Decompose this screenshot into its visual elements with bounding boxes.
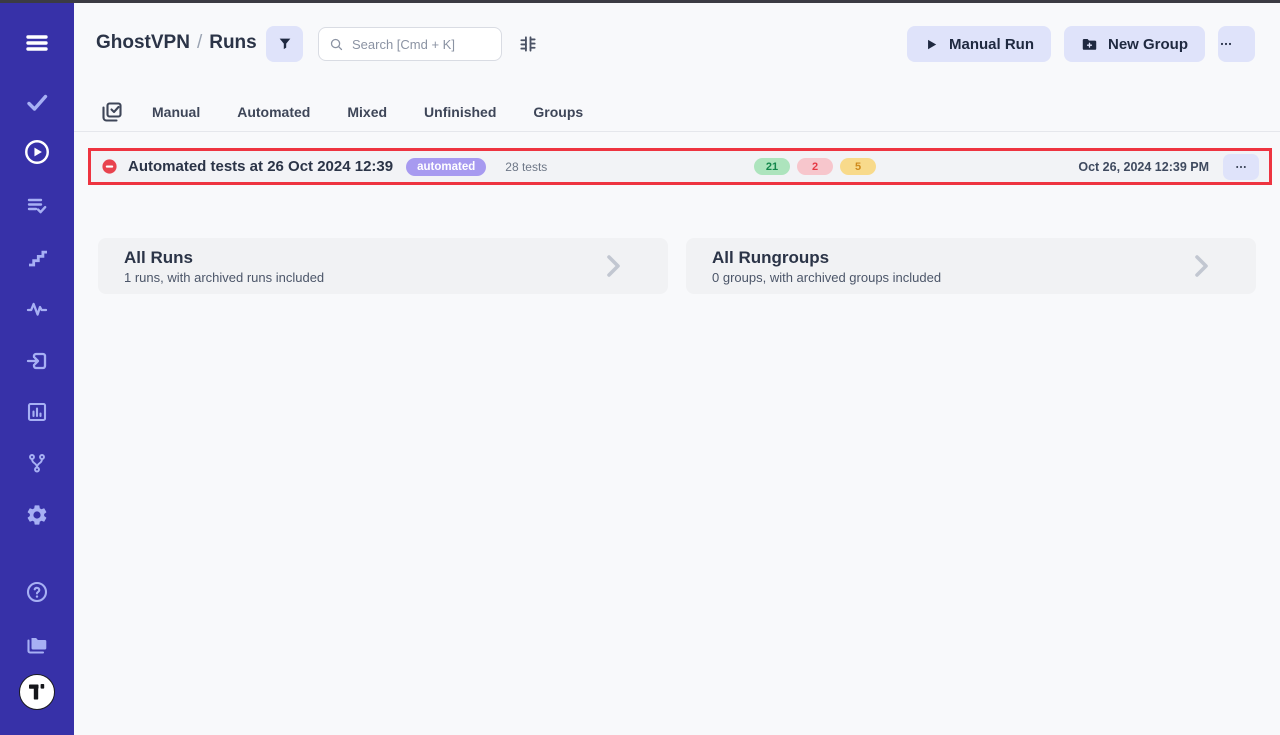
all-runs-title: All Runs [124, 247, 668, 268]
tab-groups[interactable]: Groups [533, 104, 583, 120]
sidebar-item-branches[interactable] [23, 449, 51, 477]
tab-automated[interactable]: Automated [237, 104, 310, 120]
tabs-bar: Manual Automated Mixed Unfinished Groups [100, 98, 620, 126]
run-row[interactable]: Automated tests at 26 Oct 2024 12:39 aut… [88, 148, 1272, 185]
window-top-strip [0, 0, 1280, 3]
app-logo[interactable] [19, 674, 55, 710]
search-icon [329, 37, 344, 52]
play-circle-icon [23, 138, 51, 166]
run-tests-count: 28 tests [505, 160, 547, 174]
ellipsis-icon [1218, 36, 1234, 52]
logo-t-icon [25, 680, 49, 704]
run-result-counts: 21 2 5 [754, 158, 876, 175]
sidebar-item-help[interactable] [23, 578, 51, 606]
header-more-button[interactable] [1218, 26, 1255, 62]
minus-circle-icon [101, 158, 118, 175]
pulse-icon [25, 297, 49, 321]
tab-mixed[interactable]: Mixed [347, 104, 387, 120]
all-runs-subtitle: 1 runs, with archived runs included [124, 270, 668, 285]
all-rungroups-title: All Rungroups [712, 247, 1256, 268]
search-box [318, 27, 502, 61]
sidebar-item-plans[interactable] [23, 192, 51, 220]
sidebar-item-projects[interactable] [23, 630, 51, 658]
adjustments-icon[interactable] [518, 34, 538, 54]
import-icon [25, 349, 49, 373]
help-icon [25, 580, 49, 604]
app-window: GhostVPN/Runs Manual Run New [0, 0, 1280, 735]
run-row-right: Oct 26, 2024 12:39 PM [1078, 154, 1259, 180]
sidebar-item-settings[interactable] [23, 501, 51, 529]
failed-count-badge: 2 [797, 158, 833, 175]
skipped-count-badge: 5 [840, 158, 876, 175]
chevron-right-icon [1188, 253, 1214, 279]
hamburger-menu-icon [25, 31, 49, 55]
run-type-badge: automated [406, 158, 486, 176]
breadcrumb: GhostVPN / Runs [96, 32, 257, 54]
header-actions: Manual Run New Group [907, 26, 1255, 62]
sidebar-item-import[interactable] [23, 347, 51, 375]
hamburger-menu-button[interactable] [23, 29, 51, 57]
sidebar-item-reports[interactable] [23, 398, 51, 426]
branch-icon [25, 451, 49, 475]
select-checkbox-icon[interactable] [100, 100, 124, 124]
tabs-divider [74, 131, 1280, 132]
breadcrumb-project[interactable]: GhostVPN [96, 32, 190, 53]
tab-unfinished[interactable]: Unfinished [424, 104, 496, 120]
run-more-button[interactable] [1223, 154, 1259, 180]
chevron-right-icon [600, 253, 626, 279]
all-rungroups-card[interactable]: All Rungroups 0 groups, with archived gr… [686, 238, 1256, 294]
new-group-label: New Group [1108, 36, 1188, 53]
breadcrumb-separator: / [197, 32, 202, 53]
ellipsis-icon [1234, 160, 1248, 174]
search-input[interactable] [352, 37, 491, 52]
sidebar-item-activity[interactable] [23, 295, 51, 323]
run-timestamp: Oct 26, 2024 12:39 PM [1078, 160, 1209, 174]
list-check-icon [25, 194, 49, 218]
passed-count-badge: 21 [754, 158, 790, 175]
tab-manual[interactable]: Manual [152, 104, 200, 120]
all-runs-card[interactable]: All Runs 1 runs, with archived runs incl… [98, 238, 668, 294]
filter-button[interactable] [266, 26, 303, 62]
sidebar-item-tests[interactable] [23, 88, 51, 116]
new-group-button[interactable]: New Group [1064, 26, 1205, 62]
play-icon [924, 37, 939, 52]
sidebar-item-runs[interactable] [22, 137, 52, 167]
manual-run-button[interactable]: Manual Run [907, 26, 1051, 62]
gear-icon [25, 503, 49, 527]
manual-run-label: Manual Run [949, 36, 1034, 53]
steps-icon [25, 246, 49, 270]
sidebar [0, 0, 74, 735]
bar-chart-icon [25, 400, 49, 424]
sidebar-item-steps[interactable] [23, 244, 51, 272]
check-icon [25, 90, 49, 114]
run-title[interactable]: Automated tests at 26 Oct 2024 12:39 [128, 158, 393, 175]
folders-icon [25, 632, 49, 656]
funnel-icon [277, 36, 293, 52]
all-rungroups-subtitle: 0 groups, with archived groups included [712, 270, 1256, 285]
folder-plus-icon [1081, 36, 1098, 53]
breadcrumb-current: Runs [209, 32, 257, 53]
